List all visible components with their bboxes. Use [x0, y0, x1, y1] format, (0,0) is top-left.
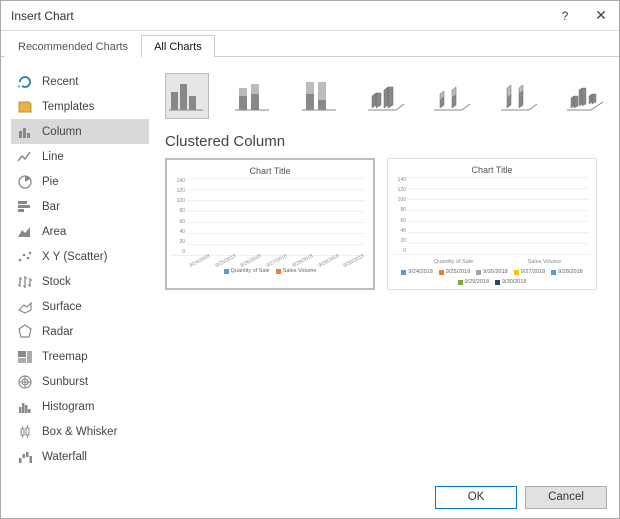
- sidebar-item-label: Line: [42, 151, 64, 163]
- dialog-body: Recent Templates Column Line Pie Bar: [1, 57, 619, 476]
- subtype-3d-100-stacked-column[interactable]: [496, 73, 540, 119]
- column-subtype-row: [165, 73, 607, 119]
- sidebar-item-label: Radar: [42, 326, 73, 338]
- sidebar-item-label: Surface: [42, 301, 82, 313]
- sidebar-item-column[interactable]: Column: [11, 119, 149, 144]
- sidebar-item-label: Histogram: [42, 401, 94, 413]
- clustered-column-icon: [167, 78, 207, 114]
- chart-preview-2[interactable]: Chart Title 140120100806040200 Quantity …: [387, 158, 597, 290]
- sidebar-item-combo[interactable]: Combo: [11, 469, 149, 476]
- treemap-icon: [17, 349, 33, 365]
- radar-icon: [17, 324, 33, 340]
- close-button[interactable]: ✕: [583, 1, 619, 31]
- sidebar-item-stock[interactable]: Stock: [11, 269, 149, 294]
- recent-icon: [17, 74, 33, 90]
- chart-area-2: 140120100806040200: [394, 177, 590, 255]
- 3d-stacked100-icon: [499, 78, 539, 114]
- sidebar-item-surface[interactable]: Surface: [11, 294, 149, 319]
- y-axis-2: 140120100806040200: [394, 177, 406, 254]
- sidebar-item-histogram[interactable]: Histogram: [11, 394, 149, 419]
- subtype-3d-stacked-column[interactable]: [430, 73, 474, 119]
- sidebar-item-recent[interactable]: Recent: [11, 69, 149, 94]
- pie-icon: [17, 174, 33, 190]
- area-icon: [17, 224, 33, 240]
- sidebar-item-label: Waterfall: [42, 451, 87, 463]
- cancel-button[interactable]: Cancel: [525, 486, 607, 509]
- legend-2: 9/24/20189/25/20189/26/20189/27/20189/28…: [394, 269, 590, 285]
- subtype-100-stacked-column[interactable]: [298, 73, 342, 119]
- sunburst-icon: [17, 374, 33, 390]
- scatter-icon: [17, 249, 33, 265]
- stacked-column-icon: [233, 78, 273, 114]
- chart-preview-1[interactable]: Chart Title 140120100806040200 9/24/2018…: [165, 158, 375, 290]
- column-icon: [17, 124, 33, 140]
- histogram-icon: [17, 399, 33, 415]
- sidebar-item-box-whisker[interactable]: Box & Whisker: [11, 419, 149, 444]
- gridlines-1: [187, 178, 365, 255]
- sidebar-item-line[interactable]: Line: [11, 144, 149, 169]
- 3d-stacked-icon: [432, 78, 472, 114]
- chart-subtype-title: Clustered Column: [165, 133, 607, 150]
- chart-previews: Chart Title 140120100806040200 9/24/2018…: [165, 158, 607, 290]
- tab-row: Recommended Charts All Charts: [1, 31, 619, 57]
- titlebar: Insert Chart ? ✕: [1, 1, 619, 31]
- waterfall-icon: [17, 449, 33, 465]
- stock-icon: [17, 274, 33, 290]
- surface-icon: [17, 299, 33, 315]
- sidebar-item-radar[interactable]: Radar: [11, 319, 149, 344]
- line-icon: [17, 149, 33, 165]
- x-axis-2: Quantity of SaleSales Volume: [394, 259, 590, 265]
- sidebar-item-label: Recent: [42, 76, 78, 88]
- sidebar-item-label: Area: [42, 226, 66, 238]
- sidebar-item-sunburst[interactable]: Sunburst: [11, 369, 149, 394]
- x-axis-1: 9/24/20189/25/20189/26/20189/27/20189/28…: [173, 258, 367, 264]
- 3d-column-icon: [565, 78, 605, 114]
- sidebar-item-label: Pie: [42, 176, 59, 188]
- bar-icon: [17, 199, 33, 215]
- tab-recommended-charts[interactable]: Recommended Charts: [5, 35, 141, 57]
- sidebar-item-label: Sunburst: [42, 376, 88, 388]
- subtype-clustered-column[interactable]: [165, 73, 209, 119]
- chart-title-1: Chart Title: [173, 166, 367, 176]
- sidebar-item-templates[interactable]: Templates: [11, 94, 149, 119]
- sidebar-item-scatter[interactable]: X Y (Scatter): [11, 244, 149, 269]
- help-button[interactable]: ?: [547, 1, 583, 31]
- ok-button[interactable]: OK: [435, 486, 517, 509]
- chart-category-sidebar: Recent Templates Column Line Pie Bar: [1, 57, 153, 476]
- y-axis-1: 140120100806040200: [173, 178, 185, 255]
- chart-area-1: 140120100806040200: [173, 178, 367, 256]
- sidebar-item-label: Treemap: [42, 351, 88, 363]
- content-area: Clustered Column Chart Title 14012010080…: [153, 57, 619, 476]
- insert-chart-dialog: Insert Chart ? ✕ Recommended Charts All …: [0, 0, 620, 519]
- box-whisker-icon: [17, 424, 33, 440]
- sidebar-item-treemap[interactable]: Treemap: [11, 344, 149, 369]
- sidebar-item-pie[interactable]: Pie: [11, 169, 149, 194]
- sidebar-item-label: Column: [42, 126, 82, 138]
- templates-icon: [17, 99, 33, 115]
- legend-1: Quantity of SaleSales Volume: [173, 268, 367, 274]
- sidebar-item-waterfall[interactable]: Waterfall: [11, 444, 149, 469]
- dialog-footer: OK Cancel: [1, 476, 619, 518]
- sidebar-item-label: X Y (Scatter): [42, 251, 107, 263]
- sidebar-item-label: Box & Whisker: [42, 426, 117, 438]
- sidebar-item-label: Stock: [42, 276, 71, 288]
- 3d-clustered-icon: [366, 78, 406, 114]
- chart-title-2: Chart Title: [394, 165, 590, 175]
- sidebar-item-label: Templates: [42, 101, 94, 113]
- subtype-stacked-column[interactable]: [231, 73, 275, 119]
- subtype-3d-column[interactable]: [563, 73, 607, 119]
- sidebar-item-area[interactable]: Area: [11, 219, 149, 244]
- gridlines-2: [408, 177, 588, 254]
- sidebar-item-label: Bar: [42, 201, 60, 213]
- stacked100-column-icon: [300, 78, 340, 114]
- sidebar-item-bar[interactable]: Bar: [11, 194, 149, 219]
- tab-all-charts[interactable]: All Charts: [141, 35, 215, 57]
- window-title: Insert Chart: [11, 9, 547, 23]
- subtype-3d-clustered-column[interactable]: [364, 73, 408, 119]
